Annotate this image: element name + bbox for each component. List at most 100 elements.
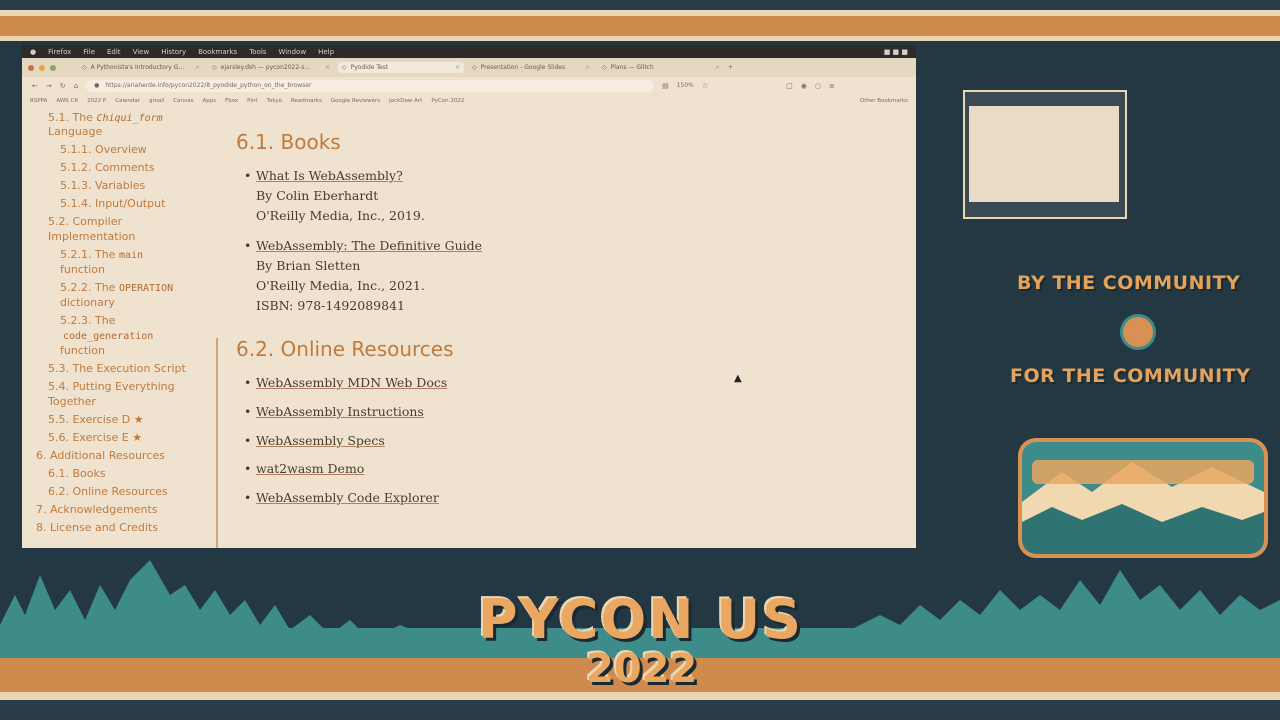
reader-icon[interactable]: ▤: [662, 82, 669, 90]
menu-window[interactable]: Window: [278, 48, 306, 56]
menu-bookmarks[interactable]: Bookmarks: [198, 48, 237, 56]
toc-item[interactable]: function: [60, 342, 105, 360]
toc-item[interactable]: 7. Acknowledgements: [36, 501, 158, 519]
speaker-video-thumbnail: [963, 90, 1127, 219]
bookmark-item[interactable]: JackDaw Art: [389, 98, 422, 104]
menu-history[interactable]: History: [161, 48, 186, 56]
book-link[interactable]: WebAssembly: The Definitive Guide: [256, 238, 482, 253]
toc-item[interactable]: 5.1.3. Variables: [60, 177, 145, 195]
window-controls: [28, 64, 56, 71]
bookmark-item[interactable]: Fbox: [225, 98, 238, 104]
toc-item[interactable]: 5.5. Exercise D ★: [48, 411, 144, 429]
frame-top-band: [0, 16, 1280, 36]
bookmark-item[interactable]: Google Reviewers: [331, 98, 380, 104]
toc-item[interactable]: 6.2. Online Resources: [48, 483, 168, 501]
toc-item[interactable]: 5.1.2. Comments: [60, 159, 155, 177]
book-publisher: O'Reilly Media, Inc., 2019.: [256, 208, 425, 223]
url-text: https://ariaherde.info/pycon2022/8_pyodi…: [105, 82, 312, 89]
star-icon[interactable]: ☆: [702, 82, 708, 90]
bookmark-item[interactable]: Calendar: [115, 98, 140, 104]
forward-icon[interactable]: →: [46, 82, 52, 90]
dot-ornament: [1120, 314, 1156, 350]
toc-item[interactable]: 5.1.4. Input/Output: [60, 195, 165, 213]
bullet-icon: •: [244, 238, 252, 253]
browser-tab[interactable]: ◇ Presentation - Google Slides ×: [468, 62, 594, 73]
menu-help[interactable]: Help: [318, 48, 334, 56]
close-tab-icon[interactable]: ×: [715, 64, 720, 71]
tab-bar: ◇ A Pythonista's Introductory G... × ◇ ejar…: [22, 58, 916, 77]
extension-icon[interactable]: ◉: [801, 82, 807, 90]
menu-view[interactable]: View: [133, 48, 150, 56]
book-link[interactable]: What Is WebAssembly?: [256, 168, 403, 183]
toc-sidebar: 5.1. The Chiqui_form Language 5.1.1. Ove…: [22, 108, 218, 548]
book-author: By Colin Eberhardt: [256, 188, 379, 203]
pocket-icon[interactable]: □: [786, 82, 793, 90]
bookmark-item[interactable]: PyCon 2022: [431, 98, 464, 104]
toc-item[interactable]: Implementation: [48, 228, 135, 246]
bookmark-item[interactable]: Canvas: [173, 98, 193, 104]
menu-edit[interactable]: Edit: [107, 48, 121, 56]
resource-link[interactable]: WebAssembly Instructions: [256, 404, 424, 419]
browser-tab-active[interactable]: ◇ Pyodide Test ×: [338, 62, 464, 73]
toc-item[interactable]: dictionary: [60, 294, 115, 312]
toc-item[interactable]: 5.3. The Execution Script: [48, 360, 186, 378]
zoom-window-button[interactable]: [50, 64, 56, 71]
tagline-for-community: FOR THE COMMUNITY: [1010, 365, 1251, 387]
close-tab-icon[interactable]: ×: [325, 64, 330, 71]
close-tab-icon[interactable]: ×: [195, 64, 200, 71]
book-isbn: ISBN: 978-1492089841: [256, 298, 405, 313]
bullet-icon: •: [244, 490, 252, 505]
toc-item[interactable]: Together: [48, 393, 96, 411]
tab-label: Presentation - Google Slides: [480, 64, 566, 71]
close-tab-icon[interactable]: ×: [455, 64, 460, 71]
bookmark-item[interactable]: Apps: [202, 98, 216, 104]
zoom-level[interactable]: 150%: [677, 82, 694, 89]
menu-icon[interactable]: ≡: [829, 82, 835, 90]
account-icon[interactable]: ○: [815, 82, 821, 90]
frame-bottom-band: [0, 692, 1280, 700]
reload-icon[interactable]: ↻: [60, 82, 66, 90]
close-tab-icon[interactable]: ×: [585, 64, 590, 71]
toc-item[interactable]: 8. License and Credits: [36, 519, 158, 537]
favicon-icon: ◇: [82, 64, 87, 71]
back-icon[interactable]: ←: [32, 82, 38, 90]
browser-tab[interactable]: ◇ A Pythonista's Introductory G... ×: [78, 62, 204, 73]
book-publisher: O'Reilly Media, Inc., 2021.: [256, 278, 425, 293]
favicon-icon: ◇: [472, 64, 477, 71]
menu-tools[interactable]: Tools: [249, 48, 266, 56]
toc-item[interactable]: Language: [48, 123, 102, 141]
menu-firefox[interactable]: Firefox: [48, 48, 71, 56]
close-window-button[interactable]: [28, 64, 34, 71]
resource-link[interactable]: WebAssembly Specs: [256, 433, 385, 448]
toc-item[interactable]: 5.6. Exercise E ★: [48, 429, 142, 447]
bookmark-item[interactable]: Pint: [247, 98, 257, 104]
tab-label: Plans — Glitch: [610, 64, 654, 71]
community-badge-logo: [1018, 438, 1268, 558]
browser-window: ● Firefox File Edit View History Bookmar…: [22, 45, 916, 548]
resource-link[interactable]: WebAssembly Code Explorer: [256, 490, 439, 505]
bookmark-item[interactable]: Readmarks: [291, 98, 322, 104]
bookmark-item[interactable]: Tokyo: [267, 98, 282, 104]
resource-link[interactable]: wat2wasm Demo: [256, 461, 364, 476]
thumbnail-screen: [969, 106, 1119, 202]
resource-link[interactable]: WebAssembly MDN Web Docs: [256, 375, 447, 390]
toc-item[interactable]: function: [60, 261, 105, 279]
bookmark-item[interactable]: gmail: [149, 98, 164, 104]
toc-item[interactable]: 5.1.1. Overview: [60, 141, 147, 159]
list-item: • WebAssembly Specs: [244, 431, 385, 451]
browser-tab[interactable]: ◇ Plans — Glitch ×: [598, 62, 724, 73]
browser-tab[interactable]: ◇ ejarsley.dsh — pycon2022-s... ×: [208, 62, 334, 73]
bookmark-item[interactable]: 2022 P: [87, 98, 106, 104]
home-icon[interactable]: ⌂: [74, 82, 78, 90]
apple-icon[interactable]: ●: [30, 48, 36, 56]
bookmark-item[interactable]: AWS CR: [56, 98, 78, 104]
menu-file[interactable]: File: [83, 48, 95, 56]
new-tab-icon[interactable]: +: [728, 64, 733, 71]
bookmark-item[interactable]: RSPPA: [30, 98, 47, 104]
url-input[interactable]: ● https://ariaherde.info/pycon2022/8_pyo…: [86, 79, 655, 92]
favicon-icon: ◇: [602, 64, 607, 71]
toc-item[interactable]: 6.1. Books: [48, 465, 106, 483]
minimize-window-button[interactable]: [39, 64, 45, 71]
other-bookmarks[interactable]: Other Bookmarks: [860, 98, 916, 104]
toc-item[interactable]: 6. Additional Resources: [36, 447, 165, 465]
